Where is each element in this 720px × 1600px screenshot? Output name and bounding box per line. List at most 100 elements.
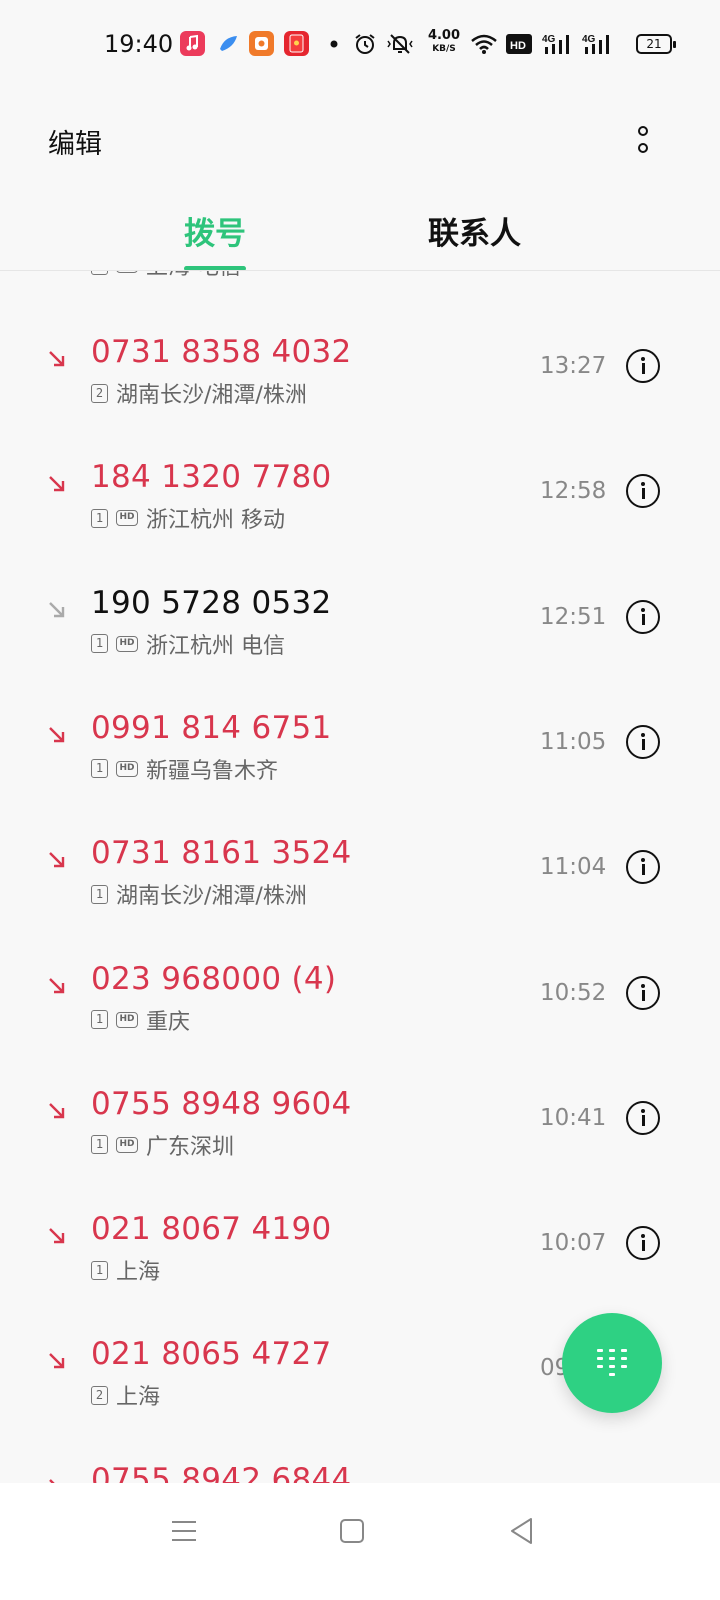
sim-icon: 1	[91, 1010, 108, 1029]
sim-icon: 2	[91, 383, 108, 403]
call-time: 12:51	[540, 603, 607, 630]
edit-button[interactable]: 编辑	[48, 122, 102, 161]
tab-dial[interactable]: 拨号	[184, 208, 246, 253]
call-log-item[interactable]: 190 5728 0532 1 HD 浙江杭州 电信 12:51	[0, 555, 720, 680]
call-log-item[interactable]: 0731 8161 3524 1 湖南长沙/湘潭/株洲 11:04	[0, 805, 720, 930]
info-icon[interactable]	[626, 724, 660, 759]
missed-call-icon	[46, 724, 68, 746]
call-location: 上海	[116, 1260, 161, 1286]
phone-number: 0731 8161 3524	[91, 835, 352, 872]
call-log-item[interactable]: 0991 814 6751 1 HD 新疆乌鲁木齐 11:05	[0, 680, 720, 805]
call-meta: 1 HD 浙江杭州 电信	[91, 629, 285, 659]
back-triangle-icon[interactable]	[502, 1511, 542, 1551]
svg-text:4G: 4G	[542, 34, 556, 45]
menu-icon[interactable]	[164, 1511, 204, 1551]
call-location: 湖南长沙/湘潭/株洲	[116, 383, 307, 408]
call-location: 浙江杭州 电信	[146, 633, 285, 659]
dialpad-icon	[597, 1349, 627, 1376]
info-icon[interactable]	[626, 850, 660, 885]
hd-call-icon: HD	[116, 1136, 138, 1153]
incoming-call-icon	[46, 599, 68, 621]
phone-number: 0755 8948 9604	[91, 1085, 352, 1122]
phone-number: 021 8067 4190	[91, 1211, 332, 1248]
call-meta: 2 湖南长沙/湘潭/株洲	[91, 378, 307, 408]
hd-call-icon: HD	[116, 1011, 138, 1028]
dialpad-button[interactable]	[562, 1313, 662, 1413]
call-time: 12:58	[540, 478, 607, 505]
call-time: 10:41	[540, 1104, 607, 1131]
mute-vibrate-icon	[384, 32, 416, 56]
call-log-item[interactable]: 184 1320 7780 1 HD 浙江杭州 移动 12:58	[0, 429, 720, 554]
call-meta: 1 HD 浙江杭州 移动	[91, 503, 285, 533]
system-nav-bar	[0, 1483, 720, 1600]
call-location: 广东深圳	[146, 1134, 235, 1160]
phone-number: 021 8065 4727	[91, 1336, 332, 1373]
svg-text:HD: HD	[510, 40, 526, 52]
partial-list-item: 2 HD 上海 电信	[91, 271, 241, 281]
missed-call-icon	[46, 1100, 68, 1122]
sim-icon: 1	[91, 884, 108, 904]
call-meta: 1 HD 广东深圳	[91, 1130, 234, 1160]
call-location: 浙江杭州 移动	[146, 508, 285, 534]
call-meta: 1 HD 重庆	[91, 1005, 190, 1035]
call-time: 13:27	[540, 353, 607, 379]
call-time: 10:07	[540, 1230, 607, 1257]
missed-call-icon	[46, 849, 68, 871]
tab-contacts[interactable]: 联系人	[428, 208, 521, 253]
missed-call-icon	[46, 473, 68, 495]
orange-app-icon	[249, 31, 274, 56]
sim-icon: 1	[91, 634, 108, 654]
call-time: 10:52	[540, 979, 607, 1006]
hd-voice-icon: HD	[506, 32, 532, 56]
sim-icon: 1	[91, 759, 108, 779]
home-square-icon[interactable]	[332, 1511, 372, 1551]
call-location: 新疆乌鲁木齐	[146, 758, 279, 784]
net-speed: 4.00 KB/S	[424, 28, 464, 55]
hd-call-icon: HD	[116, 271, 138, 273]
status-bar: 19:40 4.00 KB/S HD 4G 4G 21	[0, 0, 720, 90]
sim-icon: 1	[91, 1135, 108, 1155]
missed-call-icon	[46, 1225, 68, 1247]
alarm-icon	[352, 32, 378, 56]
red-envelope-app-icon	[284, 31, 309, 56]
svg-text:4G: 4G	[582, 34, 596, 45]
net-speed-value: 4.00	[427, 28, 461, 43]
hd-call-icon: HD	[116, 760, 138, 777]
phone-number: 0991 814 6751	[91, 709, 332, 746]
status-time: 19:40	[104, 30, 174, 58]
phone-number: 0731 8358 4032	[91, 334, 352, 370]
sim-icon: 2	[91, 271, 108, 275]
info-icon[interactable]	[626, 975, 660, 1010]
notification-dot-icon	[328, 32, 340, 56]
info-icon[interactable]	[626, 474, 660, 509]
phone-number: 190 5728 0532	[91, 584, 332, 621]
sim-icon: 1	[91, 1260, 108, 1280]
info-icon[interactable]	[626, 599, 660, 634]
hd-call-icon: HD	[116, 635, 138, 652]
call-log-item[interactable]: 0755 8948 9604 1 HD 广东深圳 10:41	[0, 1056, 720, 1181]
call-log-item[interactable]: 021 8067 4190 1 上海 10:07	[0, 1181, 720, 1306]
battery-icon: 21	[636, 34, 676, 54]
sim-icon: 2	[91, 1385, 108, 1405]
sim-icon: 1	[91, 508, 108, 528]
call-location: 上海	[116, 1385, 161, 1411]
call-log-item[interactable]: 023 968000 (4) 1 HD 重庆 10:52	[0, 931, 720, 1056]
bluebird-app-icon	[216, 31, 241, 56]
call-location: 上海 电信	[146, 271, 241, 281]
hd-call-icon: HD	[116, 510, 138, 527]
phone-number: 184 1320 7780	[91, 459, 332, 496]
wifi-icon	[470, 32, 498, 56]
info-icon[interactable]	[626, 1226, 660, 1261]
info-icon[interactable]	[626, 1100, 660, 1135]
call-time: 11:04	[540, 854, 607, 881]
signal-4g-icon: 4G	[542, 32, 574, 56]
call-location: 湖南长沙/湘潭/株洲	[116, 884, 307, 910]
net-speed-unit: KB/S	[432, 44, 456, 54]
call-log-item[interactable]: 0731 8358 4032 2 湖南长沙/湘潭/株洲 13:27	[0, 304, 720, 429]
info-icon[interactable]	[626, 349, 660, 383]
call-meta: 2 上海	[91, 1380, 160, 1410]
call-location: 重庆	[146, 1009, 191, 1035]
call-log-list[interactable]: 2 HD 上海 电信 0731 8358 4032 2 湖南长沙/湘潭/株洲 13:2…	[0, 271, 720, 1495]
phone-number: 023 968000 (4)	[91, 960, 337, 997]
more-vertical-icon[interactable]	[628, 122, 658, 158]
